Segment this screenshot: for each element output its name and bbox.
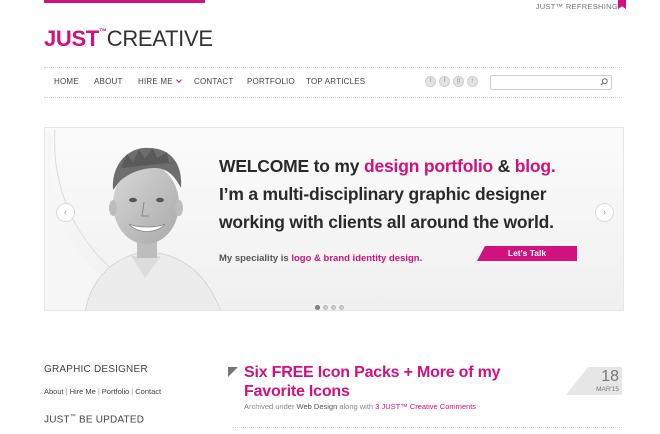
nav-hire-me-label: HIRE ME	[138, 77, 173, 86]
brand-top-bar	[44, 0, 205, 3]
hero-headline: WELCOME to my design portfolio & blog. I…	[219, 152, 619, 236]
slider-prev-icon[interactable]: ‹	[56, 203, 75, 222]
speciality-suffix: .	[419, 253, 423, 264]
sidebar-link-contact[interactable]: Contact	[135, 387, 161, 396]
slider-dot-3[interactable]	[331, 305, 336, 310]
slider-dot-1[interactable]	[315, 305, 320, 310]
nav-contact[interactable]: CONTACT	[194, 77, 233, 86]
rss-icon[interactable]: r	[467, 76, 478, 87]
speciality-text: My speciality is logo & brand identity d…	[219, 253, 422, 264]
slider-dot-2[interactable]	[323, 305, 328, 310]
nav-portfolio[interactable]: PORTFOLIO	[247, 77, 295, 86]
nav-home[interactable]: HOME	[54, 77, 79, 86]
site-logo[interactable]: JUST™CREATIVE	[44, 20, 213, 51]
sidebar-links: About | Hire Me | Portfolio | Contact	[44, 387, 161, 396]
slider-next-icon[interactable]: ›	[595, 203, 614, 222]
nav-about[interactable]: ABOUT	[94, 77, 123, 86]
headline-blog: blog.	[514, 156, 556, 176]
separator: |	[97, 387, 100, 396]
post-title[interactable]: Six FREE Icon Packs + More of my Favorit…	[244, 363, 544, 401]
ribbon-icon	[618, 0, 626, 9]
sidebar-updated-title: JUST™ BE UPDATED	[44, 414, 144, 425]
logo-just: JUST	[44, 26, 100, 51]
hero-slider: WELCOME to my design portfolio & blog. I…	[44, 127, 624, 311]
post-divider	[232, 427, 622, 428]
headline-line2: I’m a multi-disciplinary graphic designe…	[219, 184, 547, 204]
sidebar-title: GRAPHIC DESIGNER	[44, 364, 148, 375]
logo-creative: CREATIVE	[106, 26, 213, 51]
logo-trademark: ™	[99, 27, 107, 36]
chevron-down-icon	[175, 77, 182, 83]
search-box	[490, 75, 612, 93]
twitter-icon[interactable]: t	[425, 76, 436, 87]
sidebar-link-hire-me[interactable]: Hire Me	[70, 387, 96, 396]
headline-welcome: WELCOME to my	[219, 156, 364, 176]
google-plus-icon[interactable]: g	[453, 76, 464, 87]
post-meta: Archived under Web Design along with 3 J…	[244, 402, 476, 411]
search-input[interactable]	[491, 80, 595, 93]
lets-talk-button[interactable]: Let's Talk	[477, 246, 577, 261]
nav-top-articles[interactable]: TOP ARTICLES	[306, 77, 365, 86]
facebook-icon[interactable]: f	[439, 76, 450, 87]
nav-hire-me[interactable]: HIRE ME	[138, 77, 182, 86]
updated-just: JUST	[44, 414, 70, 426]
headline-and: &	[493, 156, 515, 176]
main-nav: HOME ABOUT HIRE ME CONTACT PORTFOLIO TOP…	[44, 68, 622, 97]
post-corner-icon	[228, 367, 238, 377]
post-meta-mid: along with	[337, 402, 376, 411]
speciality-prefix: My speciality is	[219, 253, 292, 264]
post-category-link[interactable]: Web Design	[297, 402, 338, 411]
sidebar-link-portfolio[interactable]: Portfolio	[102, 387, 130, 396]
headline-line3: working with clients all around the worl…	[219, 212, 554, 232]
updated-rest: BE UPDATED	[76, 414, 145, 426]
post-comments-link[interactable]: 3 JUST™ Creative Comments	[375, 402, 476, 411]
nav-divider-bottom	[44, 97, 622, 98]
separator: |	[131, 387, 134, 396]
sidebar-link-about[interactable]: About	[44, 387, 64, 396]
search-icon[interactable]	[600, 78, 608, 86]
separator: |	[65, 387, 68, 396]
headline-portfolio: design portfolio	[363, 156, 493, 176]
tagline[interactable]: JUST™ REFRESHING	[536, 2, 618, 11]
speciality-highlight: logo & brand identity design	[291, 253, 420, 264]
post-date-day: 18	[601, 368, 619, 385]
post-meta-prefix: Archived under	[244, 402, 297, 411]
post-date-month: MAR'15	[596, 386, 619, 393]
post-date-badge: 18 MAR'15	[566, 367, 622, 395]
slider-pagination	[315, 297, 347, 310]
slider-dot-4[interactable]	[339, 305, 344, 310]
